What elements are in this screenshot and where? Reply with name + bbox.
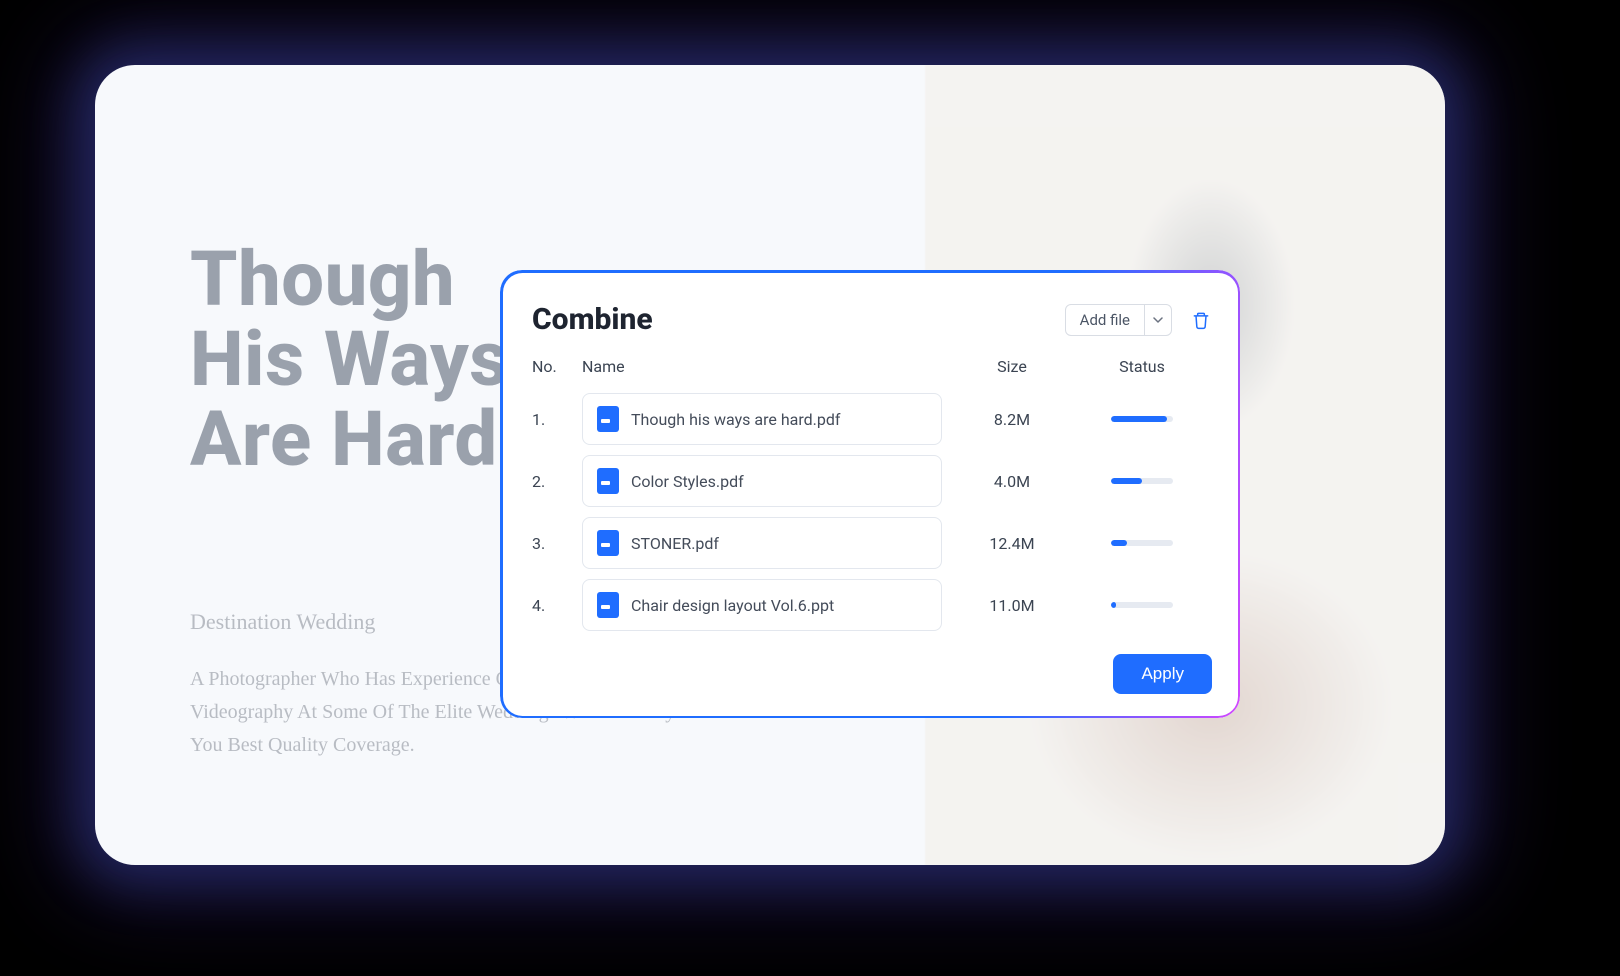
file-size: 4.0M xyxy=(952,472,1072,491)
status-cell xyxy=(1072,416,1212,422)
modal-title: Combine xyxy=(532,302,653,337)
hero-title-line3: Are Hard xyxy=(190,394,498,484)
modal-footer: Apply xyxy=(532,654,1212,694)
hero-title-line1: Though xyxy=(190,234,455,324)
file-icon xyxy=(597,530,619,556)
col-no: No. xyxy=(532,357,582,376)
column-headers: No. Name Size Status xyxy=(532,353,1212,388)
status-cell xyxy=(1072,540,1212,546)
row-number: 3. xyxy=(532,534,582,553)
progress-fill xyxy=(1111,602,1116,608)
row-number: 1. xyxy=(532,410,582,429)
file-rows: 1. Though his ways are hard.pdf 8.2M 2. xyxy=(532,388,1212,636)
modal-header: Combine Add file xyxy=(532,302,1212,337)
progress-bar xyxy=(1111,602,1173,608)
add-file-button[interactable]: Add file xyxy=(1066,305,1145,335)
status-cell xyxy=(1072,478,1212,484)
progress-bar xyxy=(1111,416,1173,422)
file-row: 2. Color Styles.pdf 4.0M xyxy=(532,450,1212,512)
file-chip[interactable]: Though his ways are hard.pdf xyxy=(582,393,942,445)
file-row: 4. Chair design layout Vol.6.ppt 11.0M xyxy=(532,574,1212,636)
file-chip[interactable]: Chair design layout Vol.6.ppt xyxy=(582,579,942,631)
file-size: 12.4M xyxy=(952,534,1072,553)
file-icon xyxy=(597,406,619,432)
page-canvas: Though His Ways Are Hard Destination Wed… xyxy=(95,65,1445,865)
hero-title-line2: His Ways xyxy=(190,314,509,404)
trash-icon xyxy=(1191,310,1211,330)
file-icon xyxy=(597,468,619,494)
chevron-down-icon xyxy=(1153,315,1163,325)
modal-header-actions: Add file xyxy=(1065,304,1212,336)
row-number: 2. xyxy=(532,472,582,491)
file-chip[interactable]: Color Styles.pdf xyxy=(582,455,942,507)
col-name: Name xyxy=(582,357,952,376)
file-row: 3. STONER.pdf 12.4M xyxy=(532,512,1212,574)
delete-button[interactable] xyxy=(1190,309,1212,331)
row-number: 4. xyxy=(532,596,582,615)
progress-bar xyxy=(1111,478,1173,484)
file-chip[interactable]: STONER.pdf xyxy=(582,517,942,569)
file-icon xyxy=(597,592,619,618)
progress-fill xyxy=(1111,540,1127,546)
progress-fill xyxy=(1111,478,1142,484)
progress-fill xyxy=(1111,416,1167,422)
combine-modal: Combine Add file No. xyxy=(500,270,1240,718)
status-cell xyxy=(1072,602,1212,608)
file-name: Though his ways are hard.pdf xyxy=(631,410,840,429)
file-name: STONER.pdf xyxy=(631,534,719,553)
add-file-dropdown-toggle[interactable] xyxy=(1145,305,1171,335)
file-size: 11.0M xyxy=(952,596,1072,615)
file-row: 1. Though his ways are hard.pdf 8.2M xyxy=(532,388,1212,450)
file-name: Chair design layout Vol.6.ppt xyxy=(631,596,834,615)
col-size: Size xyxy=(952,357,1072,376)
progress-bar xyxy=(1111,540,1173,546)
col-status: Status xyxy=(1072,357,1212,376)
add-file-split-button[interactable]: Add file xyxy=(1065,304,1172,336)
apply-button[interactable]: Apply xyxy=(1113,654,1212,694)
file-size: 8.2M xyxy=(952,410,1072,429)
file-name: Color Styles.pdf xyxy=(631,472,744,491)
